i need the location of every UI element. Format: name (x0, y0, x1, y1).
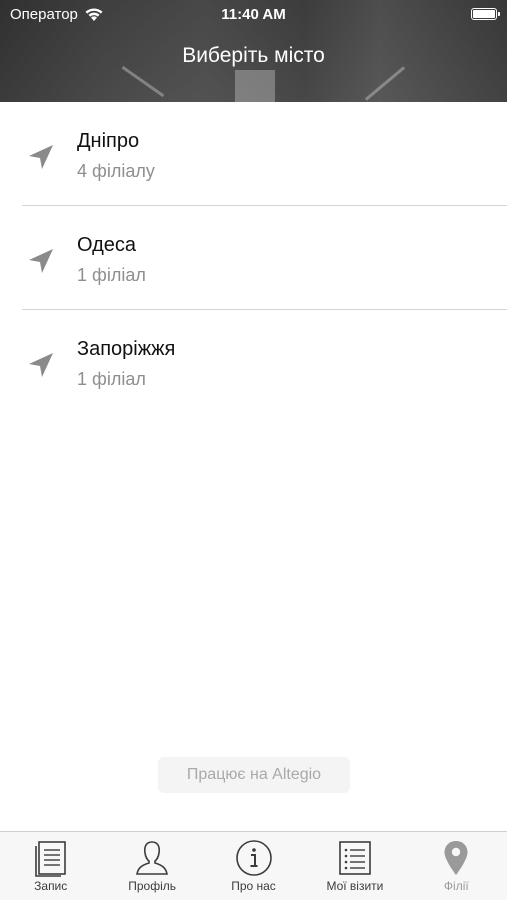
city-name: Одеса (77, 234, 137, 256)
city-row-odesa[interactable]: Одеса 1 філіал (0, 206, 507, 310)
document-icon (34, 841, 66, 877)
map-pin-icon (444, 841, 468, 875)
powered-by-link[interactable]: Працює на Altegio (158, 757, 350, 793)
city-row-zaporizhzhia[interactable]: Запоріжжя 1 філіал (0, 310, 507, 414)
tab-branches[interactable]: Філії (406, 832, 507, 900)
location-arrow-icon (29, 353, 53, 377)
tab-label: Профіль (128, 879, 176, 893)
screen: Оператор 11:40 AM Виберіть місто Дніпро … (0, 0, 507, 900)
tab-about[interactable]: Про нас (203, 832, 304, 900)
status-time: 11:40 AM (221, 6, 286, 23)
location-arrow-icon (29, 249, 53, 273)
city-list: Дніпро 4 філіалу Одеса 1 філіал Запоріжж… (0, 102, 507, 414)
city-name: Запоріжжя (77, 338, 176, 360)
list-icon (339, 841, 371, 875)
city-row-dnipro[interactable]: Дніпро 4 філіалу (0, 102, 507, 206)
person-icon (136, 841, 169, 875)
tab-booking[interactable]: Запис (0, 832, 101, 900)
tab-label: Мої візити (326, 879, 384, 893)
tab-label: Запис (34, 879, 68, 893)
page-title: Виберіть місто (182, 44, 325, 67)
tab-bar: Запис Профіль Про нас Мої візити Філії (0, 831, 507, 900)
battery-icon (471, 8, 500, 20)
city-branch-count: 1 філіал (77, 369, 146, 389)
tab-label: Філії (443, 879, 469, 893)
status-bar: Оператор 11:40 AM (0, 0, 507, 30)
location-arrow-icon (29, 145, 53, 169)
tab-label: Про нас (231, 879, 276, 893)
tab-profile[interactable]: Профіль (101, 832, 202, 900)
tab-my-visits[interactable]: Мої візити (304, 832, 405, 900)
city-branch-count: 1 філіал (77, 265, 146, 285)
header: Оператор 11:40 AM Виберіть місто (0, 0, 507, 102)
city-name: Дніпро (77, 130, 140, 152)
info-icon (235, 840, 272, 876)
city-branch-count: 4 філіалу (77, 161, 155, 181)
